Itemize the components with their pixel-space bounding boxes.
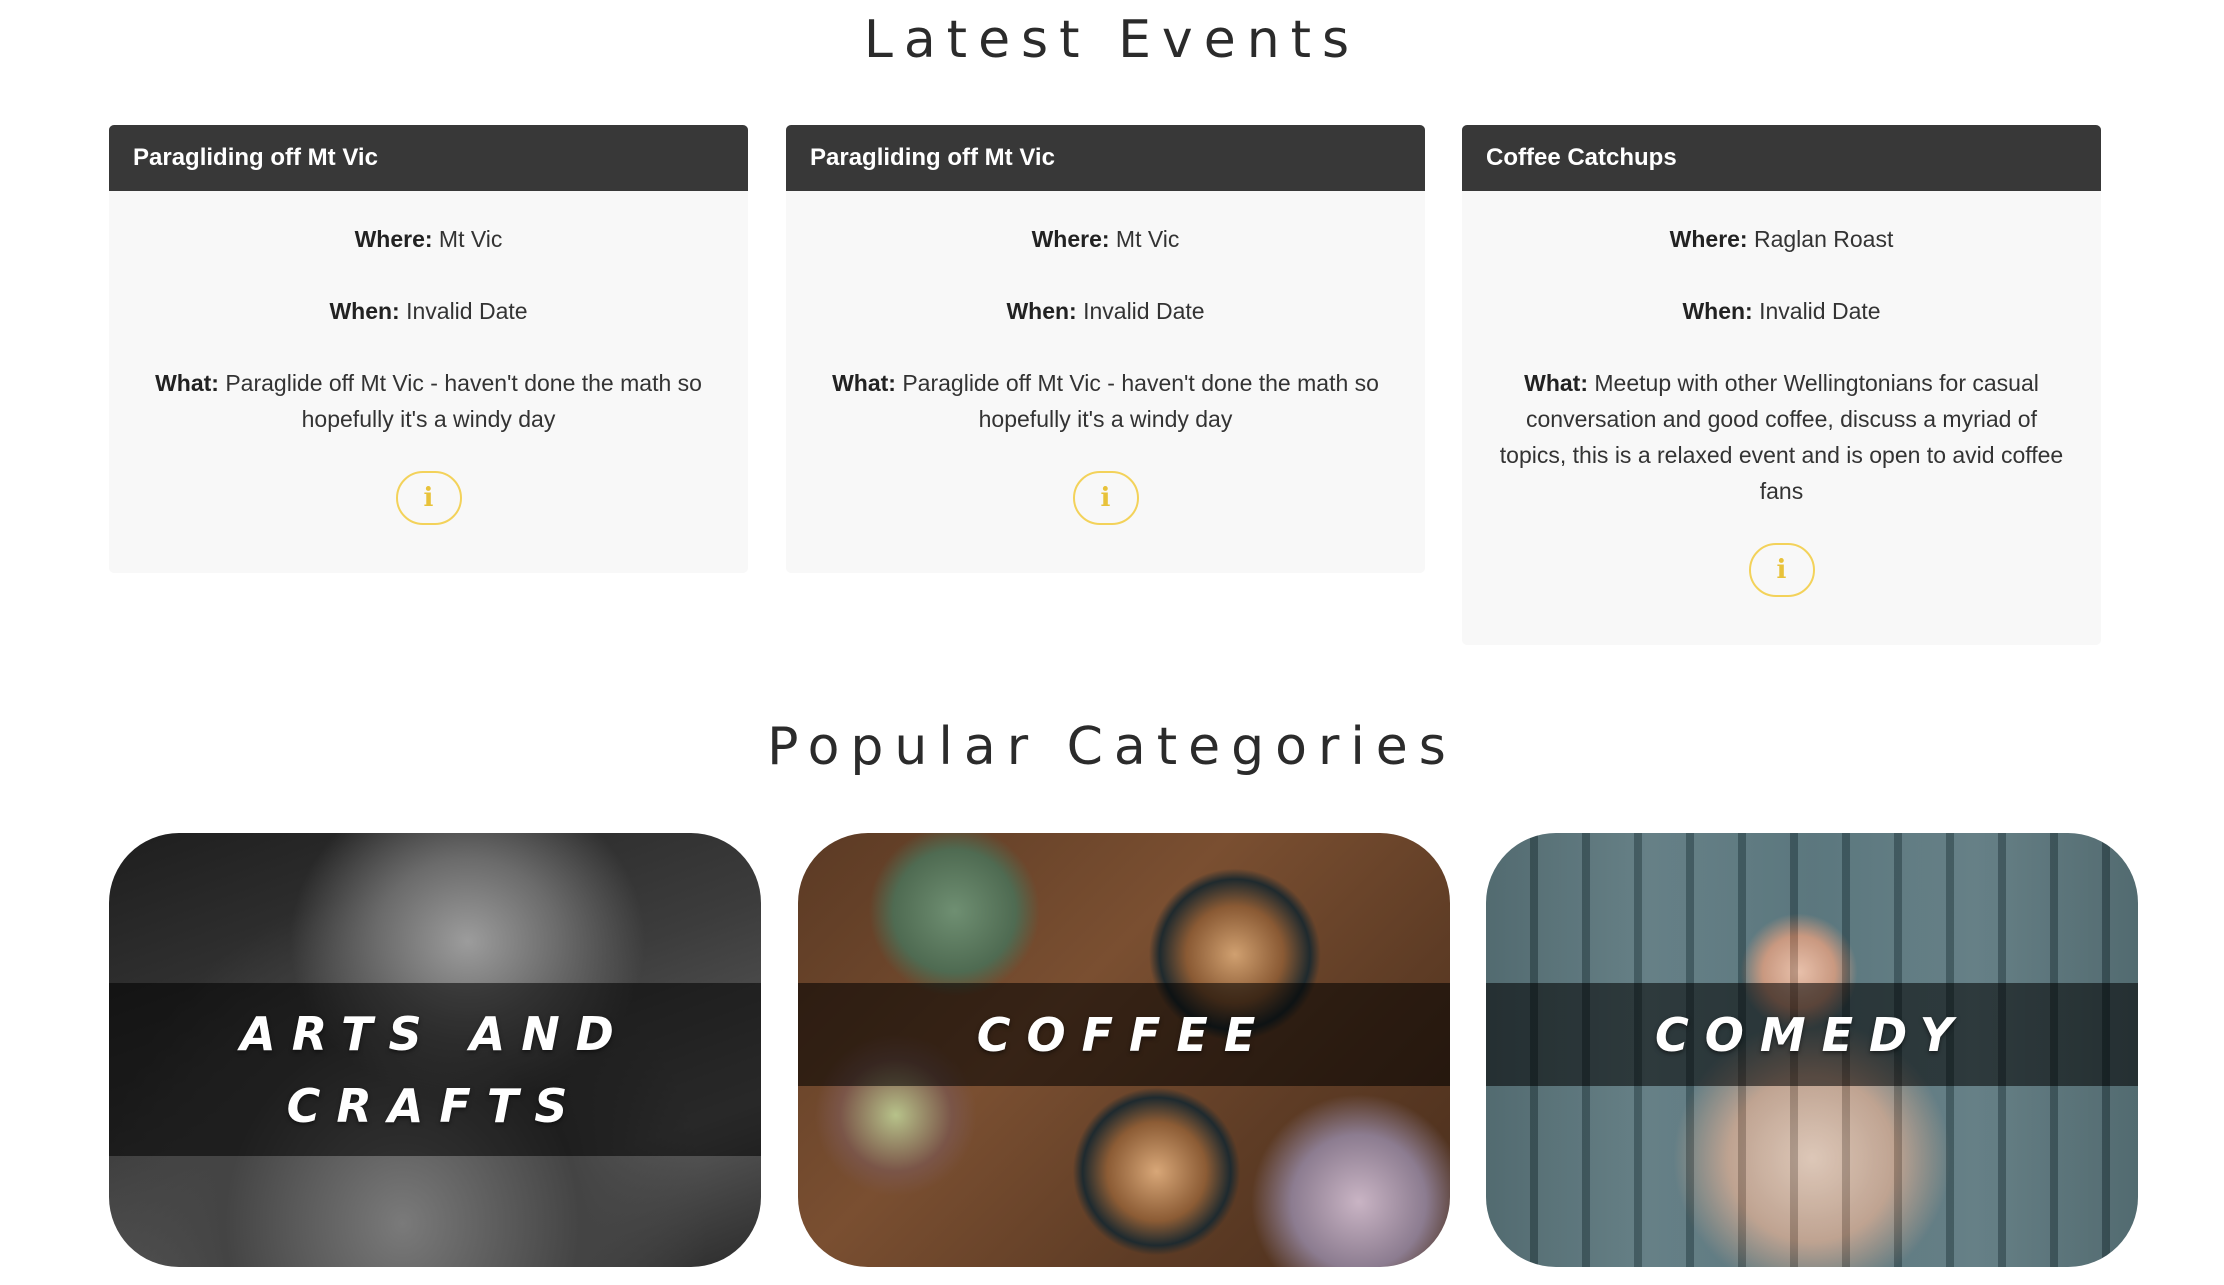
event-card-title: Paragliding off Mt Vic — [786, 125, 1425, 191]
event-card: Paragliding off Mt Vic Where: Mt Vic Whe… — [786, 125, 1425, 573]
when-label: When: — [329, 298, 400, 324]
where-label: Where: — [354, 226, 433, 252]
info-icon: i — [423, 483, 434, 513]
info-icon: i — [1776, 555, 1787, 585]
popular-categories-heading: Popular Categories — [767, 717, 1457, 777]
event-what: What: Paraglide off Mt Vic - haven't don… — [816, 365, 1395, 437]
where-value: Mt Vic — [438, 226, 503, 252]
category-tile-coffee[interactable]: Coffee — [798, 833, 1450, 1267]
event-what: What: Paraglide off Mt Vic - haven't don… — [139, 365, 718, 437]
event-when: When: Invalid Date — [139, 293, 718, 329]
latest-events-heading: Latest Events — [863, 10, 1361, 70]
when-value: Invalid Date — [1083, 298, 1205, 324]
category-label: Coffee — [798, 983, 1450, 1086]
what-label: What: — [155, 370, 219, 396]
when-label: When: — [1682, 298, 1753, 324]
event-where: Where: Mt Vic — [139, 221, 718, 257]
event-where: Where: Mt Vic — [816, 221, 1395, 257]
info-icon: i — [1100, 483, 1111, 513]
category-label-text: Comedy — [1655, 1007, 1969, 1062]
when-value: Invalid Date — [406, 298, 528, 324]
category-label-text: Coffee — [976, 1007, 1272, 1062]
what-label: What: — [1524, 370, 1588, 396]
event-card-body: Where: Mt Vic When: Invalid Date What: P… — [786, 191, 1425, 573]
event-when: When: Invalid Date — [1492, 293, 2071, 329]
info-icon-button[interactable]: i — [395, 471, 462, 525]
what-label: What: — [832, 370, 896, 396]
event-card-body: Where: Mt Vic When: Invalid Date What: P… — [109, 191, 748, 573]
category-label-text: Arts and Crafts — [240, 1006, 630, 1133]
when-value: Invalid Date — [1759, 298, 1881, 324]
what-value: Paraglide off Mt Vic - haven't done the … — [902, 370, 1379, 432]
event-card-title: Paragliding off Mt Vic — [109, 125, 748, 191]
category-label: Arts and Crafts — [109, 983, 761, 1156]
where-label: Where: — [1031, 226, 1110, 252]
category-tile-arts-and-crafts[interactable]: Arts and Crafts — [109, 833, 761, 1267]
event-card-title: Coffee Catchups — [1462, 125, 2101, 191]
event-card: Coffee Catchups Where: Raglan Roast When… — [1462, 125, 2101, 645]
category-tile-comedy[interactable]: Comedy — [1486, 833, 2138, 1267]
event-card: Paragliding off Mt Vic Where: Mt Vic Whe… — [109, 125, 748, 573]
where-label: Where: — [1669, 226, 1748, 252]
where-value: Mt Vic — [1115, 226, 1180, 252]
info-icon-button[interactable]: i — [1748, 543, 1815, 597]
what-value: Paraglide off Mt Vic - haven't done the … — [225, 370, 702, 432]
event-what: What: Meetup with other Wellingtonians f… — [1492, 365, 2071, 509]
event-when: When: Invalid Date — [816, 293, 1395, 329]
event-card-body: Where: Raglan Roast When: Invalid Date W… — [1462, 191, 2101, 645]
when-label: When: — [1006, 298, 1077, 324]
where-value: Raglan Roast — [1753, 226, 1894, 252]
info-icon-button[interactable]: i — [1072, 471, 1139, 525]
event-where: Where: Raglan Roast — [1492, 221, 2071, 257]
category-label: Comedy — [1486, 983, 2138, 1086]
page: Latest Events Paragliding off Mt Vic Whe… — [0, 0, 2224, 1285]
